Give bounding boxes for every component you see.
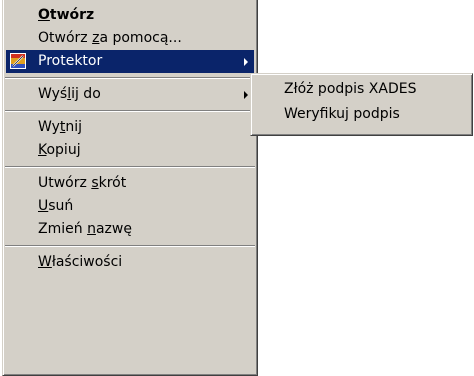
menu-item-create-shortcut[interactable]: Utwórz skrót <box>3 172 257 195</box>
menu-separator <box>3 106 257 116</box>
menu-separator <box>3 73 257 83</box>
menu-item-send-to[interactable]: Wyślij do <box>3 83 257 106</box>
submenu-item-sign-xades[interactable]: Złóż podpis XADES <box>251 77 472 102</box>
menu-item-properties[interactable]: Właściwości <box>3 251 257 274</box>
submenu-arrow-icon <box>244 58 248 66</box>
menu-item-delete[interactable]: Usuń <box>3 195 257 218</box>
menu-item-rename[interactable]: Zmień nazwę <box>3 218 257 241</box>
menu-separator <box>3 162 257 172</box>
protektor-submenu: Złóż podpis XADES Weryfikuj podpis <box>250 73 473 136</box>
menu-item-open-with[interactable]: Otwórz za pomocą... <box>3 27 257 50</box>
protektor-app-icon <box>10 53 26 69</box>
menu-item-protektor[interactable]: Protektor <box>6 50 254 73</box>
menu-item-copy[interactable]: Kopiuj <box>3 139 257 162</box>
menu-item-open[interactable]: Otwórz <box>3 4 257 27</box>
menu-separator <box>3 241 257 251</box>
menu-item-cut[interactable]: Wytnij <box>3 116 257 139</box>
context-menu: Otwórz Otwórz za pomocą... Protektor Wyś… <box>2 0 258 376</box>
submenu-item-verify-signature[interactable]: Weryfikuj podpis <box>251 102 472 127</box>
submenu-arrow-icon <box>244 91 248 99</box>
